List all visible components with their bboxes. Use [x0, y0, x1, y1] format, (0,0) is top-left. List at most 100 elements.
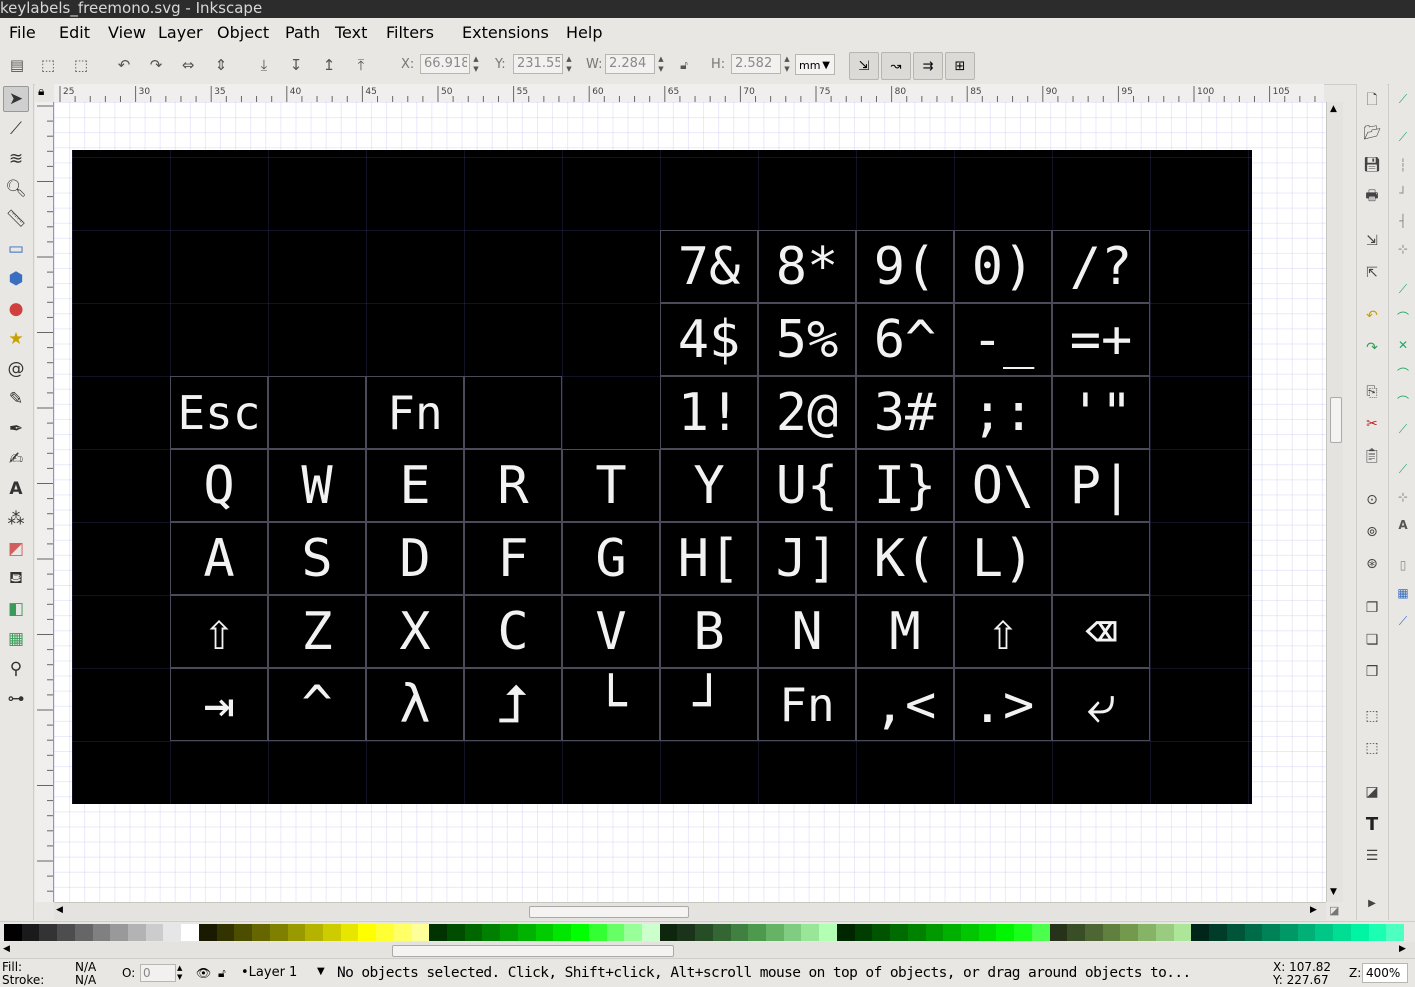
- horizontal-scroll-thumb[interactable]: [529, 906, 689, 918]
- snap-bbox-midpoints-icon[interactable]: ┤: [1392, 210, 1414, 232]
- snap-guides-icon[interactable]: ⟋: [1392, 610, 1414, 632]
- key-label-cell[interactable]: =+: [1052, 303, 1150, 376]
- y-input[interactable]: [513, 54, 563, 74]
- snap-bbox-icon[interactable]: ⟋: [1392, 126, 1414, 148]
- key-label-cell[interactable]: ^: [268, 668, 366, 741]
- pen-tool-icon[interactable]: ✒: [3, 416, 29, 442]
- color-swatch[interactable]: [748, 924, 767, 941]
- color-swatch[interactable]: [464, 924, 483, 941]
- connector-tool-icon[interactable]: ⊶: [3, 686, 29, 712]
- color-swatch[interactable]: [517, 924, 536, 941]
- key-label-cell[interactable]: 8*: [758, 230, 856, 303]
- color-swatch[interactable]: [1067, 924, 1086, 941]
- color-swatch[interactable]: [482, 924, 501, 941]
- color-swatch[interactable]: [872, 924, 891, 941]
- snap-nodes-icon[interactable]: ⟋: [1392, 278, 1414, 300]
- key-label-cell[interactable]: Fn: [366, 376, 464, 449]
- scroll-up-icon[interactable]: ▲: [1330, 104, 1337, 114]
- move-patterns-icon[interactable]: ⊞: [945, 52, 975, 80]
- snap-text-baseline-icon[interactable]: A: [1392, 514, 1414, 536]
- key-label-cell[interactable]: 5%: [758, 303, 856, 376]
- key-label-cell[interactable]: C: [464, 595, 562, 668]
- clone-icon[interactable]: ❏: [1361, 629, 1383, 651]
- color-swatch[interactable]: [1279, 924, 1298, 941]
- height-input[interactable]: [731, 54, 781, 74]
- raise-icon[interactable]: ↥: [318, 54, 340, 76]
- layers-icon[interactable]: ☰: [1361, 845, 1383, 867]
- color-swatch[interactable]: [305, 924, 324, 941]
- gradient-tool-icon[interactable]: ◧: [3, 596, 29, 622]
- key-label-cell[interactable]: ⮥: [464, 668, 562, 741]
- color-swatch[interactable]: [1368, 924, 1387, 941]
- color-swatch[interactable]: [252, 924, 271, 941]
- key-label-cell[interactable]: Y: [660, 449, 758, 522]
- key-label-cell[interactable]: Fn: [758, 668, 856, 741]
- paint-bucket-tool-icon[interactable]: ⛾: [3, 566, 29, 592]
- key-label-cell[interactable]: [268, 376, 366, 449]
- color-swatch[interactable]: [854, 924, 873, 941]
- scale-corners-icon[interactable]: ↝: [881, 52, 911, 80]
- zoom-tool-icon[interactable]: 🔍︎: [3, 176, 29, 202]
- key-label-cell[interactable]: D: [366, 522, 464, 595]
- key-label-cell[interactable]: -_: [954, 303, 1052, 376]
- raise-to-top-icon[interactable]: ⤒: [350, 54, 372, 76]
- duplicate-icon[interactable]: ❐: [1361, 597, 1383, 619]
- menu-text[interactable]: Text: [335, 23, 367, 42]
- calligraphy-tool-icon[interactable]: ✍: [3, 446, 29, 472]
- key-label-cell[interactable]: /?: [1052, 230, 1150, 303]
- color-swatch[interactable]: [74, 924, 93, 941]
- color-swatch[interactable]: [588, 924, 607, 941]
- measure-tool-icon[interactable]: 📏︎: [3, 206, 29, 232]
- snap-grid-icon[interactable]: ▦: [1392, 582, 1414, 604]
- menu-extensions[interactable]: Extensions: [462, 23, 549, 42]
- palette-scroll-thumb[interactable]: [392, 945, 674, 957]
- snap-others-icon[interactable]: ⟋: [1392, 458, 1414, 480]
- key-label-cell[interactable]: └: [562, 668, 660, 741]
- key-label-cell[interactable]: ⌫: [1052, 595, 1150, 668]
- color-swatch[interactable]: [269, 924, 288, 941]
- color-swatch[interactable]: [907, 924, 926, 941]
- color-swatch[interactable]: [960, 924, 979, 941]
- text-font-icon[interactable]: T: [1361, 813, 1383, 835]
- color-swatch[interactable]: [943, 924, 962, 941]
- menu-layer[interactable]: Layer: [158, 23, 203, 42]
- scale-stroke-icon[interactable]: ⇲: [849, 52, 879, 80]
- palette-scroll-left-icon[interactable]: ◀: [3, 944, 10, 954]
- key-label-cell[interactable]: .>: [954, 668, 1052, 741]
- menu-view[interactable]: View: [108, 23, 146, 42]
- color-swatch[interactable]: [606, 924, 625, 941]
- key-label-cell[interactable]: I}: [856, 449, 954, 522]
- key-label-cell[interactable]: W: [268, 449, 366, 522]
- color-swatch[interactable]: [624, 924, 643, 941]
- node-tool-icon[interactable]: ⟋: [3, 116, 29, 142]
- color-swatch[interactable]: [783, 924, 802, 941]
- color-swatch[interactable]: [553, 924, 572, 941]
- key-label-cell[interactable]: F: [464, 522, 562, 595]
- color-swatch[interactable]: [163, 924, 182, 941]
- key-label-cell[interactable]: J]: [758, 522, 856, 595]
- menu-edit[interactable]: Edit: [59, 23, 90, 42]
- rotate-cw-icon[interactable]: ↷: [145, 54, 167, 76]
- color-swatch[interactable]: [659, 924, 678, 941]
- snap-centers-icon[interactable]: ⊹: [1392, 486, 1414, 508]
- color-swatch[interactable]: [57, 924, 76, 941]
- vertical-scrollbar[interactable]: ▲ ▼: [1326, 102, 1343, 902]
- menu-help[interactable]: Help: [566, 23, 602, 42]
- key-label-cell[interactable]: Q: [170, 449, 268, 522]
- color-swatch[interactable]: [181, 924, 200, 941]
- zoom-drawing-icon[interactable]: ⊚: [1361, 521, 1383, 543]
- ungroup-icon[interactable]: ⬚: [1361, 737, 1383, 759]
- key-label-cell[interactable]: U{: [758, 449, 856, 522]
- flip-vertical-icon[interactable]: ⇕: [210, 54, 232, 76]
- move-gradients-icon[interactable]: ⇉: [913, 52, 943, 80]
- ruler-lock-icon[interactable]: 🔒︎: [35, 84, 54, 102]
- color-swatch[interactable]: [978, 924, 997, 941]
- key-label-cell[interactable]: X: [366, 595, 464, 668]
- color-swatch[interactable]: [92, 924, 111, 941]
- color-swatch[interactable]: [1386, 924, 1405, 941]
- color-swatch[interactable]: [1014, 924, 1033, 941]
- fill-stroke-icon[interactable]: ◪: [1361, 781, 1383, 803]
- zoom-selection-icon[interactable]: ⊙: [1361, 489, 1383, 511]
- zoom-page-icon[interactable]: ⊛: [1361, 553, 1383, 575]
- save-icon[interactable]: 💾︎: [1361, 154, 1383, 176]
